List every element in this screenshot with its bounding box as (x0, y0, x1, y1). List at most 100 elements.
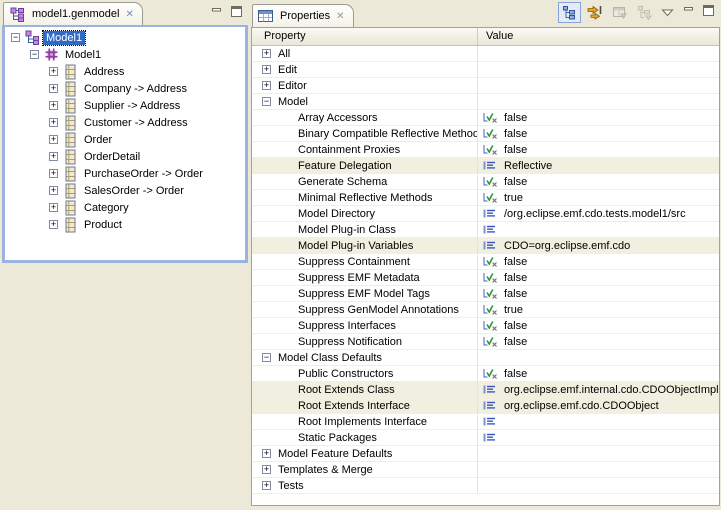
expand-icon[interactable]: + (49, 101, 58, 110)
tree-item[interactable]: −Model1 (5, 46, 245, 63)
property-value-cell[interactable]: false (478, 334, 719, 349)
property-row[interactable]: Suppress Containmentfalse (252, 254, 719, 270)
property-value-cell[interactable]: CDO=org.eclipse.emf.cdo (478, 238, 719, 253)
property-value-cell[interactable]: /org.eclipse.emf.cdo.tests.model1/src (478, 206, 719, 221)
tree-item[interactable]: +Supplier -> Address (5, 97, 245, 114)
show-advanced-properties-icon[interactable] (583, 2, 606, 23)
tree-item[interactable]: −Model1 (5, 29, 245, 46)
property-row[interactable]: Public Constructorsfalse (252, 366, 719, 382)
property-value-cell[interactable]: org.eclipse.emf.internal.cdo.CDOObjectIm… (478, 382, 719, 397)
genmodel-icon (24, 30, 40, 46)
tree-item[interactable]: +Order (5, 131, 245, 148)
property-row[interactable]: +Tests (252, 478, 719, 494)
expand-icon[interactable]: + (262, 449, 271, 458)
property-row[interactable]: Minimal Reflective Methods true (252, 190, 719, 206)
property-value-cell[interactable]: false (478, 270, 719, 285)
property-row[interactable]: Suppress EMF Model Tagsfalse (252, 286, 719, 302)
tree-item[interactable]: +Product (5, 216, 245, 233)
property-row[interactable]: +Templates & Merge (252, 462, 719, 478)
property-value-cell[interactable]: false (478, 142, 719, 157)
editor-tab[interactable]: model1.genmodel ✕ (3, 2, 143, 25)
expand-icon[interactable]: + (262, 65, 271, 74)
property-value-cell[interactable]: Reflective (478, 158, 719, 173)
property-row[interactable]: Model Plug-in VariablesCDO=org.eclipse.e… (252, 238, 719, 254)
property-name: Suppress GenModel Annotations (298, 304, 459, 316)
tree-item[interactable]: +Category (5, 199, 245, 216)
property-value-cell[interactable] (478, 222, 719, 237)
tree-mode-icon[interactable] (558, 2, 581, 23)
properties-minimize-icon[interactable] (682, 5, 695, 16)
property-value-cell[interactable]: org.eclipse.emf.cdo.CDOObject (478, 398, 719, 413)
property-value-cell[interactable]: false (478, 174, 719, 189)
editor-tab-close-icon[interactable]: ✕ (125, 9, 133, 20)
collapse-icon[interactable]: − (262, 97, 271, 106)
column-header-value[interactable]: Value (478, 28, 719, 45)
property-value: false (504, 175, 527, 189)
property-row[interactable]: Static Packages (252, 430, 719, 446)
tree-item[interactable]: +Address (5, 63, 245, 80)
property-row[interactable]: Suppress Interfacesfalse (252, 318, 719, 334)
collapse-icon[interactable]: − (262, 353, 271, 362)
property-value-cell[interactable]: false (478, 254, 719, 269)
properties-maximize-icon[interactable] (702, 5, 715, 16)
property-row[interactable]: Generate Schemafalse (252, 174, 719, 190)
expand-icon[interactable]: + (262, 49, 271, 58)
property-row[interactable]: Binary Compatible Reflective Methodsfals… (252, 126, 719, 142)
property-value-cell[interactable] (478, 414, 719, 429)
property-row[interactable]: +Edit (252, 62, 719, 78)
property-row[interactable]: Root Extends Interfaceorg.eclipse.emf.cd… (252, 398, 719, 414)
properties-tab-close-icon[interactable]: ✕ (336, 11, 344, 22)
property-row[interactable]: Containment Proxiesfalse (252, 142, 719, 158)
editor-maximize-icon[interactable] (230, 6, 243, 17)
property-name: Minimal Reflective Methods (298, 192, 433, 204)
collapse-icon[interactable]: − (30, 50, 39, 59)
tree-item[interactable]: +OrderDetail (5, 148, 245, 165)
property-value-cell[interactable]: true (478, 190, 719, 205)
property-value-cell[interactable]: false (478, 286, 719, 301)
property-row[interactable]: Suppress GenModel Annotations true (252, 302, 719, 318)
tree-item[interactable]: +SalesOrder -> Order (5, 182, 245, 199)
property-row[interactable]: Root Extends Classorg.eclipse.emf.intern… (252, 382, 719, 398)
text-value-icon (482, 416, 499, 427)
property-row[interactable]: Root Implements Interface (252, 414, 719, 430)
collapse-icon[interactable]: − (11, 33, 20, 42)
property-value-cell[interactable]: false (478, 126, 719, 141)
property-value-cell[interactable]: false (478, 366, 719, 381)
expand-icon[interactable]: + (49, 118, 58, 127)
expand-icon[interactable]: + (49, 203, 58, 212)
expand-icon[interactable]: + (49, 152, 58, 161)
expand-icon[interactable]: + (49, 169, 58, 178)
property-value-cell (478, 78, 719, 93)
property-row[interactable]: +Model Feature Defaults (252, 446, 719, 462)
expand-icon[interactable]: + (262, 465, 271, 474)
properties-tab[interactable]: Properties ✕ (252, 4, 354, 27)
property-row[interactable]: Model Plug-in Class (252, 222, 719, 238)
property-row[interactable]: Model Directory/org.eclipse.emf.cdo.test… (252, 206, 719, 222)
property-row[interactable]: Suppress Notificationfalse (252, 334, 719, 350)
property-value-cell[interactable]: true (478, 302, 719, 317)
view-menu-icon[interactable] (658, 2, 676, 23)
expand-icon[interactable]: + (49, 67, 58, 76)
property-row[interactable]: Suppress EMF Metadatafalse (252, 270, 719, 286)
expand-icon[interactable]: + (49, 186, 58, 195)
property-row[interactable]: Array Accessorsfalse (252, 110, 719, 126)
expand-icon[interactable]: + (49, 220, 58, 229)
property-row[interactable]: +Editor (252, 78, 719, 94)
expand-icon[interactable]: + (262, 481, 271, 490)
tree-item[interactable]: +PurchaseOrder -> Order (5, 165, 245, 182)
column-header-property[interactable]: Property (252, 28, 478, 45)
tree-item[interactable]: +Company -> Address (5, 80, 245, 97)
property-value-cell[interactable] (478, 430, 719, 445)
expand-icon[interactable]: + (49, 84, 58, 93)
property-name-cell: −Model Class Defaults (252, 350, 478, 365)
expand-icon[interactable]: + (49, 135, 58, 144)
property-row[interactable]: +All (252, 46, 719, 62)
property-row[interactable]: −Model (252, 94, 719, 110)
property-value-cell[interactable]: false (478, 318, 719, 333)
editor-minimize-icon[interactable] (210, 6, 223, 17)
expand-icon[interactable]: + (262, 81, 271, 90)
tree-item[interactable]: +Customer -> Address (5, 114, 245, 131)
property-row[interactable]: Feature DelegationReflective (252, 158, 719, 174)
property-value-cell[interactable]: false (478, 110, 719, 125)
property-row[interactable]: −Model Class Defaults (252, 350, 719, 366)
